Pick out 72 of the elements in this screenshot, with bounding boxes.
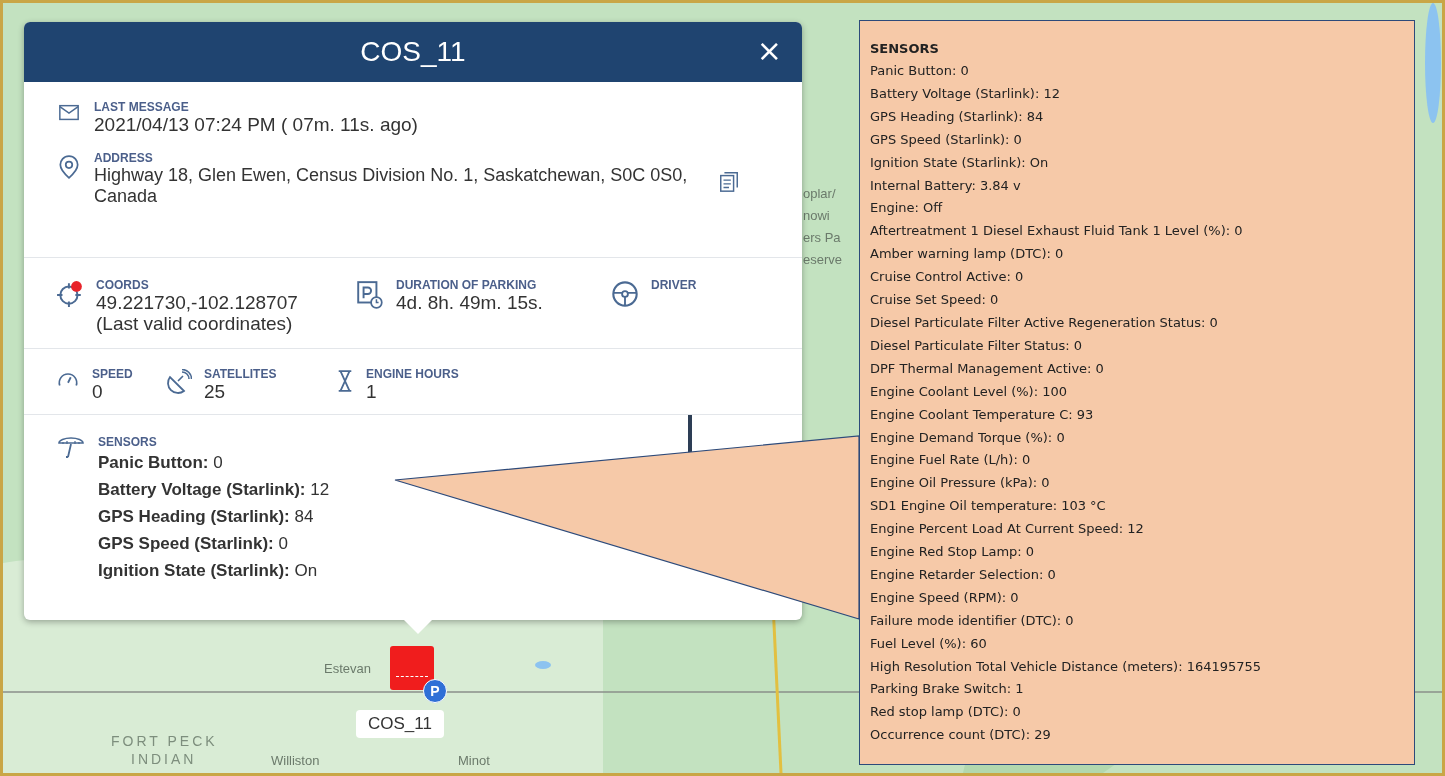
close-button[interactable]: × [752,36,786,66]
document-icon[interactable] [718,169,740,195]
map-label: nowi [803,208,830,223]
parking-clock-icon [356,280,384,310]
crosshair-icon [56,280,84,308]
sensor-reading: Diesel Particulate Filter Status: 0 [870,336,1084,355]
sensor-reading: GPS Heading (Starlink): 84 [870,107,1045,126]
sensor-reading: Ignition State (Starlink): On [870,153,1050,172]
field-value: 25 [204,381,227,402]
hourglass-icon [336,369,354,393]
sensor-reading: Cruise Set Speed: 0 [870,291,1000,310]
steering-wheel-icon [611,280,639,308]
sensor-reading: Engine Speed (RPM): 0 [870,588,1020,607]
map-label: FORT PECK [111,733,218,749]
field-label: DRIVER [651,278,697,292]
sensor-reading: Fuel Level (%): 60 [870,634,988,653]
sensor-reading: Engine: Off [870,199,944,218]
field-value: 49.221730,-102.128707 [96,292,298,313]
field-label: LAST MESSAGE [94,100,190,114]
sensor-reading: Battery Voltage (Starlink): 12 [870,84,1061,103]
sensor-reading: Failure mode identifier (DTC): 0 [870,611,1075,630]
sensor-reading: Amber warning lamp (DTC): 0 [870,245,1065,264]
sensor-reading: Engine Demand Torque (%): 0 [870,428,1066,447]
sensor-reading: GPS Speed (Starlink): 0 [98,533,289,555]
sensor-reading: Parking Brake Switch: 1 [870,680,1025,699]
sensor-reading: DPF Thermal Management Active: 0 [870,359,1105,378]
sensor-reading: Engine Red Stop Lamp: 0 [870,543,1036,562]
sensor-reading: Internal Battery: 3.84 v [870,176,1022,195]
map-label: eserve [803,252,843,267]
sensor-reading: Panic Button: 0 [870,62,970,80]
sensor-reading: Ignition State (Starlink): On [98,560,319,582]
sensor-icon [56,437,86,461]
map-label: Williston [271,753,320,768]
sensor-reading: Engine Oil Pressure (kPa): 0 [870,474,1051,493]
sensor-reading: Aftertreatment 1 Diesel Exhaust Fluid Tank 1 Level (%): 0 [870,222,1244,241]
field-label: COORDS [96,278,150,292]
popup-title: COS_11 [360,36,466,68]
sensor-reading: Engine Retarder Selection: 0 [870,565,1057,584]
sensor-reading: Battery Voltage (Starlink): 12 [98,479,330,501]
map-label: Estevan [324,661,371,676]
sensor-reading: GPS Heading (Starlink): 84 [98,506,315,528]
sensor-reading: Engine Coolant Temperature C: 93 [870,405,1095,424]
sensor-reading: SD1 Engine Oil temperature: 103 °C [870,497,1107,516]
field-label: SPEED [92,367,133,381]
sensor-reading: Engine Coolant Level (%): 100 [870,382,1068,401]
field-value: 4d. 8h. 49m. 15s. [396,292,543,313]
vehicle-label: COS_11 [356,710,444,738]
map-label: ers Pa [803,230,841,245]
map-label: INDIAN [131,751,197,767]
sensor-reading: GPS Speed (Starlink): 0 [870,130,1023,149]
sensor-reading: Occurrence count (DTC): 29 [870,726,1052,745]
callout-title: SENSORS [870,40,940,58]
sensor-reading: Panic Button: 0 [98,452,224,474]
field-note: (Last valid coordinates) [96,313,294,334]
field-label: ADDRESS [94,151,154,165]
sensor-reading: High Resolution Total Vehicle Distance (meters): 164195755 [870,657,1263,676]
field-label: SENSORS [98,435,158,449]
sensor-reading: Red stop lamp (DTC): 0 [870,703,1022,722]
field-value: 2021/04/13 07:24 PM ( 07m. 11s. ago) [94,114,418,135]
field-label: DURATION OF PARKING [396,278,538,292]
field-label: ENGINE HOURS [366,367,459,381]
map-label: oplar/ [803,186,836,201]
sensor-reading: Diesel Particulate Filter Active Regeneration Status: 0 [870,313,1219,332]
map-label: Minot [458,753,490,768]
sensor-reading: Engine Percent Load At Current Speed: 12 [870,520,1145,539]
address-text: Highway 18, Glen Ewen, Census Division No. 1, Saskatchewan, S0C 0S0, Canada [94,165,689,207]
field-value: 1 [366,381,378,402]
sensor-reading: Engine Fuel Rate (L/h): 0 [870,451,1032,470]
field-label: SATELLITES [204,367,277,381]
field-value: 0 [92,381,104,402]
satellite-dish-icon [166,369,192,395]
sensor-reading: Cruise Control Active: 0 [870,268,1025,287]
